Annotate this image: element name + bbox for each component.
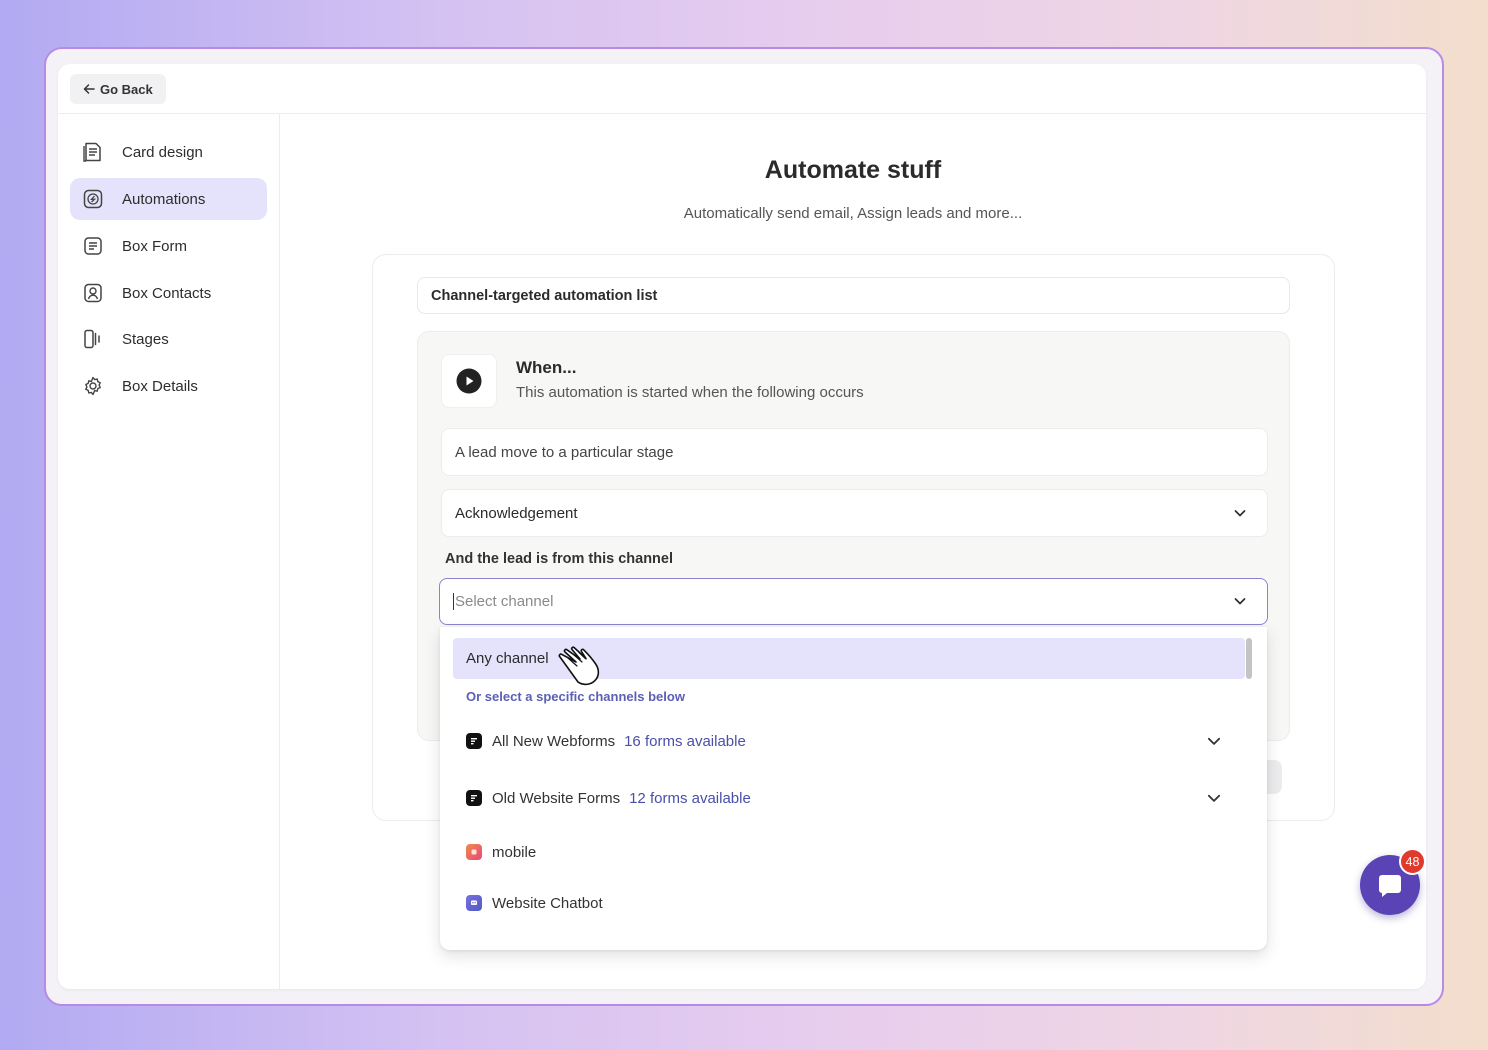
sidebar-item-card-design[interactable]: Card design bbox=[70, 131, 267, 173]
contacts-icon bbox=[84, 283, 102, 303]
dropdown-hint: Or select a specific channels below bbox=[466, 689, 685, 704]
sidebar-item-box-details[interactable]: Box Details bbox=[70, 365, 267, 407]
trigger-event-value: A lead move to a particular stage bbox=[455, 443, 674, 461]
go-back-label: Go Back bbox=[100, 81, 153, 97]
chat-unread-badge: 48 bbox=[1399, 848, 1426, 875]
channel-search-input[interactable] bbox=[453, 593, 1153, 610]
option-count: 12 forms available bbox=[629, 789, 751, 807]
stage-value: Acknowledgement bbox=[455, 504, 578, 522]
page-title: Automate stuff bbox=[764, 156, 942, 184]
dropdown-scrollbar[interactable] bbox=[1246, 638, 1252, 679]
channel-select[interactable] bbox=[439, 578, 1268, 625]
channel-label: And the lead is from this channel bbox=[445, 551, 674, 567]
hand-pointer-icon bbox=[558, 646, 600, 686]
trigger-event-select[interactable]: A lead move to a particular stage bbox=[441, 428, 1268, 476]
trigger-title: When... bbox=[516, 358, 577, 377]
chevron-down-icon[interactable] bbox=[1206, 733, 1222, 749]
arrow-left-icon bbox=[83, 84, 95, 94]
option-label: All New Webforms bbox=[492, 732, 616, 750]
page-subtitle: Automatically send email, Assign leads a… bbox=[683, 205, 1023, 222]
sidebar-item-label: Box Form bbox=[122, 237, 188, 255]
option-label: Website Chatbot bbox=[492, 894, 603, 912]
card-design-icon bbox=[83, 142, 101, 162]
option-channel-mobile[interactable]: mobile bbox=[466, 838, 1236, 866]
webform-icon bbox=[466, 733, 482, 749]
sidebar-item-automations[interactable]: Automations bbox=[70, 178, 267, 220]
sidebar-item-label: Stages bbox=[122, 330, 169, 348]
sidebar-item-label: Automations bbox=[122, 190, 206, 208]
sidebar-item-stages[interactable]: Stages bbox=[70, 318, 267, 360]
mobile-icon bbox=[466, 844, 482, 860]
trigger-icon-box bbox=[441, 354, 497, 408]
option-label: Any channel bbox=[466, 650, 549, 667]
form-icon bbox=[84, 237, 102, 255]
trigger-subtitle: This automation is started when the foll… bbox=[516, 384, 864, 401]
sidebar-item-label: Box Contacts bbox=[122, 284, 212, 302]
go-back-button[interactable]: Go Back bbox=[70, 74, 166, 104]
chatbot-icon bbox=[466, 895, 482, 911]
sidebar-item-label: Card design bbox=[122, 143, 203, 161]
chevron-down-icon[interactable] bbox=[1233, 594, 1247, 608]
option-group-all-new-webforms[interactable]: All New Webforms 16 forms available bbox=[466, 727, 1236, 755]
webform-icon bbox=[466, 790, 482, 806]
automation-icon bbox=[83, 189, 103, 209]
option-channel-website-chatbot[interactable]: Website Chatbot bbox=[466, 889, 1236, 917]
stages-icon bbox=[84, 329, 100, 349]
topbar: Go Back bbox=[58, 64, 1426, 114]
play-icon bbox=[456, 368, 482, 394]
gear-icon bbox=[85, 376, 101, 396]
chevron-down-icon bbox=[1234, 510, 1246, 517]
sidebar: Card design Automations Box Form Box Con… bbox=[58, 114, 280, 989]
chevron-down-icon[interactable] bbox=[1206, 790, 1222, 806]
option-count: 16 forms available bbox=[624, 732, 746, 750]
automation-list-name[interactable]: Channel-targeted automation list bbox=[417, 277, 1290, 314]
option-group-old-website-forms[interactable]: Old Website Forms 12 forms available bbox=[466, 784, 1236, 812]
sidebar-item-box-contacts[interactable]: Box Contacts bbox=[70, 272, 267, 314]
stage-select[interactable]: Acknowledgement bbox=[441, 489, 1268, 537]
chat-bubble-icon bbox=[1379, 875, 1401, 897]
option-label: Old Website Forms bbox=[492, 789, 621, 807]
option-label: mobile bbox=[492, 843, 537, 861]
sidebar-item-box-form[interactable]: Box Form bbox=[70, 225, 267, 267]
sidebar-item-label: Box Details bbox=[122, 377, 198, 395]
